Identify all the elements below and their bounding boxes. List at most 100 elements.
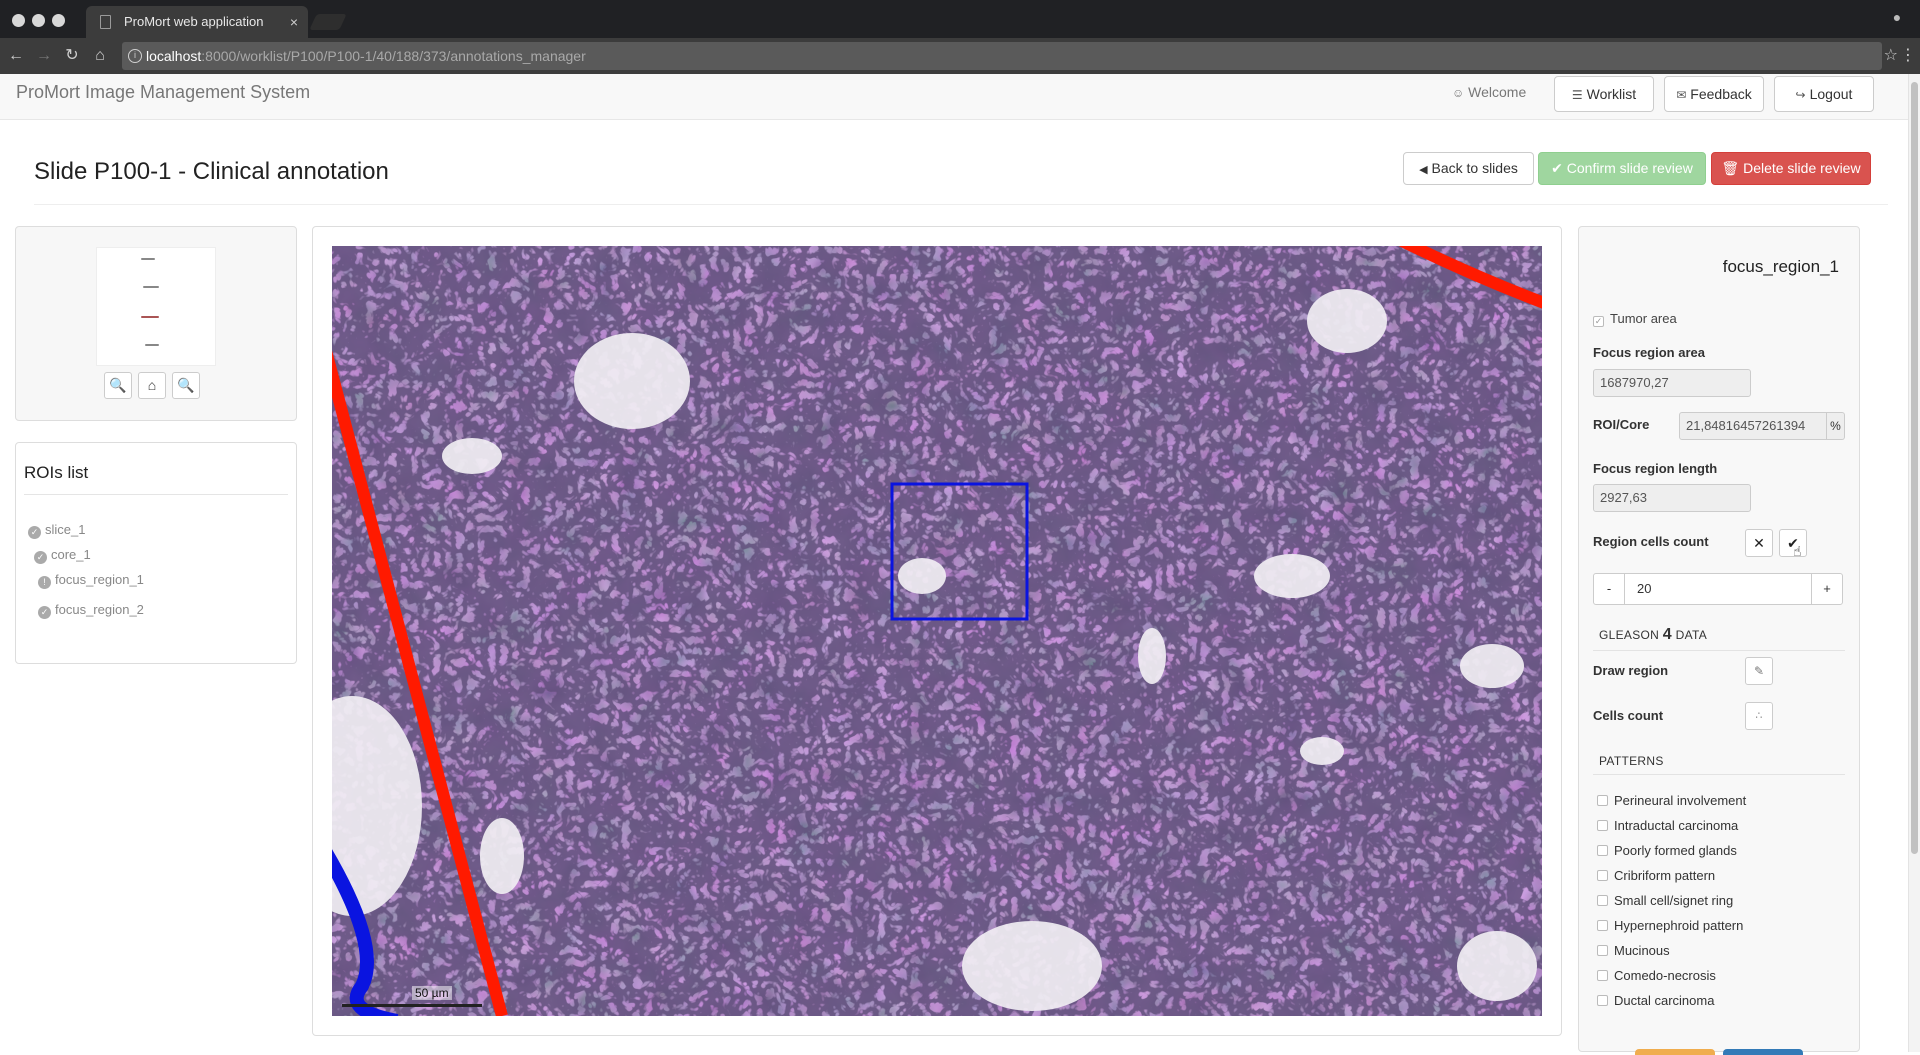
focus-region-length-label: Focus region length <box>1593 461 1718 476</box>
roi-item-focus-region-2[interactable]: ✓ focus_region_2 <box>38 602 144 619</box>
checkbox-icon <box>1597 920 1608 931</box>
tumor-area-label: Tumor area <box>1610 311 1677 326</box>
pattern-checkbox[interactable]: Hypernephroid pattern <box>1597 918 1743 933</box>
reload-icon[interactable]: ↻ <box>62 46 82 66</box>
home-icon[interactable]: ⌂ <box>90 46 110 66</box>
roi-item-focus-region-1[interactable]: ! focus_region_1 <box>38 572 144 589</box>
tab-close-icon[interactable]: × <box>290 6 298 38</box>
home-icon: ⌂ <box>147 377 157 393</box>
profile-icon[interactable]: ● <box>1888 9 1906 27</box>
pattern-checkbox[interactable]: Comedo-necrosis <box>1597 968 1716 983</box>
confirm-label: Confirm slide review <box>1566 160 1693 176</box>
delete-slide-review-button[interactable]: 🗑 Delete slide review <box>1711 152 1871 185</box>
browser-tab-bar: ProMort web application × ● <box>0 0 1920 38</box>
gleason-grade: 4 <box>1662 626 1672 643</box>
header-divider <box>34 204 1888 205</box>
scale-bar-line <box>342 1004 482 1007</box>
browser-tab[interactable]: ProMort web application × <box>86 6 308 38</box>
feedback-button[interactable]: ✉ Feedback <box>1664 76 1764 112</box>
app-navbar: ProMort Image Management System ☺ Welcom… <box>0 74 1908 120</box>
pattern-label: Poorly formed glands <box>1614 843 1737 858</box>
url-bar[interactable]: i localhost:8000/worklist/P100/P100-1/40… <box>122 42 1882 70</box>
checkbox-icon <box>1597 970 1608 981</box>
app-brand[interactable]: ProMort Image Management System <box>16 74 310 110</box>
pattern-label: Small cell/signet ring <box>1614 893 1734 908</box>
roi-label: slice_1 <box>45 522 86 537</box>
url-host: localhost <box>146 48 202 64</box>
mouse-pointer-icon: ☝ <box>1793 543 1802 559</box>
tumor-area-checkbox[interactable]: ✓ Tumor area <box>1593 311 1677 327</box>
forward-arrow-icon[interactable]: → <box>34 46 54 66</box>
browser-menu-icon[interactable]: ⋮ <box>1900 38 1916 74</box>
region-cells-count-label: Region cells count <box>1593 534 1709 549</box>
envelope-icon: ✉ <box>1676 88 1687 102</box>
info-circle-icon: ! <box>38 576 51 589</box>
checkbox-checked-icon: ✓ <box>1593 316 1604 327</box>
decrement-button[interactable]: - <box>1593 573 1625 605</box>
info-icon[interactable]: i <box>128 49 142 63</box>
roi-core-label: ROI/Core <box>1593 417 1650 432</box>
slide-viewer[interactable]: 50 µm <box>332 246 1542 1016</box>
pattern-checkbox[interactable]: Cribriform pattern <box>1597 868 1715 883</box>
back-to-slides-button[interactable]: ◀ Back to slides <box>1403 152 1534 185</box>
pattern-checkbox[interactable]: Small cell/signet ring <box>1597 893 1733 908</box>
logout-button[interactable]: ↪ Logout <box>1774 76 1874 112</box>
roi-item-slice[interactable]: ✓ slice_1 <box>28 522 85 539</box>
roi-label: focus_region_1 <box>55 572 144 587</box>
page-icon <box>100 15 111 29</box>
scale-bar-label: 50 µm <box>412 986 452 1000</box>
tissue-image <box>332 246 1542 1016</box>
cells-count-tool-button[interactable]: ∴ <box>1745 702 1773 730</box>
welcome-user[interactable]: ☺ Welcome <box>1452 74 1526 111</box>
gleason-suffix: DATA <box>1675 628 1708 642</box>
draw-region-button[interactable]: ✎ <box>1745 657 1773 685</box>
back-label: Back to slides <box>1431 160 1518 176</box>
pattern-checkbox[interactable]: Perineural involvement <box>1597 793 1746 808</box>
back-arrow-icon[interactable]: ← <box>6 46 26 66</box>
page-scrollbar[interactable] <box>1908 74 1920 1052</box>
pattern-label: Intraductal carcinoma <box>1614 818 1739 833</box>
maximize-window-dot[interactable] <box>52 14 65 27</box>
zoom-out-button[interactable]: 🔍 <box>104 372 132 399</box>
cancel-cells-count-button[interactable]: ✕ <box>1745 529 1773 557</box>
slide-thumbnail[interactable] <box>96 247 216 366</box>
check-circle-icon: ✓ <box>28 526 41 539</box>
bookmark-star-icon[interactable]: ☆ <box>1884 38 1898 74</box>
save-button-partial[interactable] <box>1723 1049 1803 1055</box>
rois-divider <box>24 494 288 495</box>
increment-button[interactable]: + <box>1811 573 1843 605</box>
gleason-prefix: GLEASON <box>1599 628 1660 642</box>
zoom-in-button[interactable]: 🔍 <box>172 372 200 399</box>
checkbox-icon <box>1597 895 1608 906</box>
focus-region-length-field: 2927,63 <box>1593 484 1751 512</box>
thumb-tissue <box>141 258 155 260</box>
pattern-label: Hypernephroid pattern <box>1614 918 1744 933</box>
home-view-button[interactable]: ⌂ <box>138 372 166 399</box>
list-icon: ☰ <box>1571 88 1583 102</box>
scrollbar-thumb[interactable] <box>1911 82 1918 854</box>
pattern-checkbox[interactable]: Poorly formed glands <box>1597 843 1737 858</box>
pattern-checkbox[interactable]: Intraductal carcinoma <box>1597 818 1738 833</box>
confirm-slide-review-button[interactable]: ✔ Confirm slide review <box>1538 152 1706 185</box>
tab-title: ProMort web application <box>124 14 264 29</box>
cells-count-tool-label: Cells count <box>1593 708 1664 723</box>
roi-item-core[interactable]: ✓ core_1 <box>34 547 91 564</box>
pattern-checkbox[interactable]: Mucinous <box>1597 943 1670 958</box>
pattern-checkbox[interactable]: Ductal carcinoma <box>1597 993 1714 1008</box>
logout-icon: ↪ <box>1795 88 1806 102</box>
cells-count-input[interactable]: 20 <box>1625 573 1811 605</box>
cancel-button-partial[interactable] <box>1635 1049 1715 1055</box>
back-arrow-icon: ◀ <box>1419 164 1428 176</box>
close-window-dot[interactable] <box>12 14 25 27</box>
roi-label: core_1 <box>51 547 91 562</box>
worklist-button[interactable]: ☰ Worklist <box>1554 76 1654 112</box>
user-icon: ☺ <box>1452 86 1465 100</box>
worklist-label: Worklist <box>1586 86 1637 102</box>
thumb-tissue <box>145 344 159 346</box>
focus-region-name: focus_region_1 <box>1722 257 1839 276</box>
new-tab-button[interactable] <box>309 14 347 30</box>
pattern-label: Perineural involvement <box>1614 793 1747 808</box>
welcome-label: Welcome <box>1468 84 1527 100</box>
minimize-window-dot[interactable] <box>32 14 45 27</box>
rois-list-panel: ROIs list ✓ slice_1 ✓ core_1 ! focus_region… <box>15 442 297 664</box>
